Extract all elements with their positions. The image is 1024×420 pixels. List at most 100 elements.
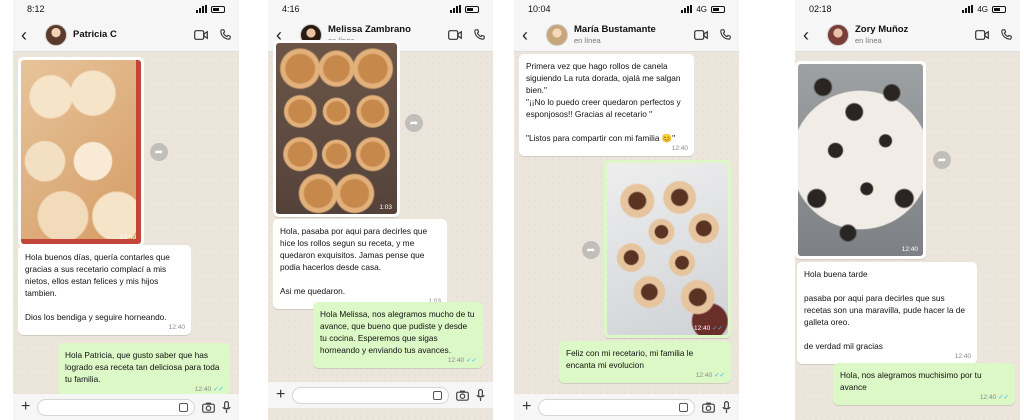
message-time: 12:40	[119, 234, 136, 241]
video-call-icon[interactable]	[194, 29, 208, 40]
message-text: Hola buenos días, quería contarles que g…	[25, 252, 170, 323]
avatar[interactable]	[827, 23, 849, 46]
message-text: Primera vez que hago rollos de canela si…	[526, 61, 681, 144]
outgoing-message: Feliz con mi recetario, mi familia le en…	[559, 341, 731, 384]
contact-info[interactable]: María Bustamante en línea	[574, 24, 694, 45]
status-bar: 8:12	[13, 0, 239, 18]
message-input[interactable]	[538, 398, 695, 416]
message-input[interactable]	[37, 398, 195, 416]
mic-icon[interactable]	[222, 400, 231, 414]
mic-icon[interactable]	[722, 400, 731, 414]
message-time: 1:03	[379, 204, 392, 211]
back-arrow-icon[interactable]: ‹	[21, 26, 39, 44]
message-text: Hola buena tarde pasaba por aqui para de…	[804, 269, 965, 352]
contact-name: Zory Muñoz	[855, 24, 909, 35]
phone-icon[interactable]	[474, 29, 485, 40]
incoming-message: Primera vez que hago rollos de canela si…	[519, 54, 694, 157]
incoming-message: Hola buenos días, quería contarles que g…	[18, 245, 191, 336]
back-arrow-icon[interactable]: ‹	[522, 26, 540, 44]
message-text: Hola Melissa, nos alegramos mucho de tu …	[320, 309, 475, 356]
message-text: Hola, pasaba por aqui para decirles que …	[280, 226, 428, 297]
sticker-icon[interactable]	[433, 390, 442, 400]
read-ticks-icon: ✓✓	[466, 356, 477, 364]
chat-screen-maria: 10:04 4G ‹ María Bustamante en línea Pri…	[514, 0, 739, 420]
input-bar: +	[268, 382, 493, 408]
incoming-message: Hola buena tarde pasaba por aqui para de…	[797, 262, 977, 365]
chat-screen-zory: 02:18 4G ‹ Zory Muñoz en línea 12:40 ➦ H…	[795, 0, 1020, 420]
avatar[interactable]	[546, 23, 568, 46]
plus-icon[interactable]: +	[21, 399, 30, 415]
forward-icon[interactable]: ➦	[405, 114, 423, 132]
forward-icon[interactable]: ➦	[933, 151, 951, 169]
message-time: 12:40	[447, 356, 465, 364]
contact-name: María Bustamante	[574, 24, 656, 35]
cinnamon-rolls-photo	[276, 43, 397, 214]
message-time: 12:40	[901, 246, 918, 253]
signal-icon	[196, 5, 207, 13]
sticker-icon[interactable]	[679, 402, 688, 412]
video-call-icon[interactable]	[448, 29, 462, 40]
message-time: 12:40	[954, 352, 971, 360]
chat-header: ‹ María Bustamante en línea	[514, 18, 739, 52]
signal-icon	[962, 5, 974, 13]
battery-icon	[711, 5, 725, 13]
status-time: 8:12	[27, 4, 45, 14]
cinnamon-rolls-photo	[607, 163, 728, 335]
chat-header: ‹ Zory Muñoz en línea	[795, 18, 1020, 52]
status-bar: 10:04 4G	[514, 0, 739, 18]
camera-icon[interactable]	[702, 402, 715, 413]
message-time: 12:40	[671, 144, 688, 152]
network-type: 4G	[696, 4, 707, 14]
contact-name: Patricia C	[73, 29, 117, 40]
camera-icon[interactable]	[202, 402, 215, 413]
plus-icon[interactable]: +	[522, 399, 531, 415]
back-arrow-icon[interactable]: ‹	[803, 26, 821, 44]
message-time: 12:40	[694, 325, 711, 332]
message-input[interactable]	[292, 386, 449, 404]
incoming-message: Hola, pasaba por aqui para decirles que …	[273, 219, 447, 310]
outgoing-message: Hola Patricia, que gusto saber que has l…	[58, 343, 230, 398]
presence-status: en línea	[574, 36, 601, 45]
phone-icon[interactable]	[1001, 29, 1012, 40]
status-time: 10:04	[528, 4, 551, 14]
phone-icon[interactable]	[720, 29, 731, 40]
avatar[interactable]	[45, 23, 67, 46]
cinnamon-rolls-photo	[21, 60, 141, 244]
sticker-icon[interactable]	[179, 402, 188, 412]
status-time: 02:18	[809, 4, 832, 14]
message-time: 12:40	[168, 323, 185, 331]
mic-icon[interactable]	[476, 388, 485, 402]
read-ticks-icon: ✓✓	[213, 385, 224, 393]
battery-icon	[992, 5, 1006, 13]
chat-screen-patricia: 8:12 ‹ Patricia C 12:40 ➦ Hola buenos dí…	[13, 0, 239, 420]
contact-info[interactable]: Zory Muñoz en línea	[855, 24, 975, 45]
camera-icon[interactable]	[456, 390, 469, 401]
image-message[interactable]: 12:40	[18, 57, 144, 247]
plus-icon[interactable]: +	[276, 387, 285, 403]
image-message[interactable]: 12:40	[795, 61, 926, 259]
contact-info[interactable]: Patricia C	[73, 29, 194, 40]
chat-header: ‹ Patricia C	[13, 18, 239, 52]
network-type: 4G	[977, 4, 988, 14]
input-bar: +	[514, 394, 739, 420]
signal-icon	[450, 5, 461, 13]
status-bar: 02:18 4G	[795, 0, 1020, 18]
message-text: Hola Patricia, que gusto saber que has l…	[65, 350, 220, 385]
phone-icon[interactable]	[220, 29, 231, 40]
video-call-icon[interactable]	[975, 29, 989, 40]
contact-name: Melissa Zambrano	[328, 24, 411, 35]
message-time: 12:40	[695, 371, 713, 379]
chat-screen-melissa: 4:16 ‹ Melissa Zambrano en línea 1:03 ➦ …	[268, 0, 493, 420]
message-time: 12:40	[979, 393, 997, 401]
outgoing-message: Hola Melissa, nos alegramos mucho de tu …	[313, 302, 483, 369]
forward-icon[interactable]: ➦	[582, 241, 600, 259]
read-ticks-icon: ✓✓	[998, 393, 1009, 401]
cinnamon-rolls-photo	[798, 64, 923, 256]
image-message[interactable]: 1:03	[273, 40, 400, 217]
presence-status: en línea	[855, 36, 882, 45]
image-message[interactable]: 12:40 ✓✓	[604, 160, 731, 338]
forward-icon[interactable]: ➦	[150, 143, 168, 161]
battery-icon	[465, 5, 479, 13]
video-call-icon[interactable]	[694, 29, 708, 40]
message-text: Hola, nos alegramos muchisimo por tu ava…	[840, 370, 982, 393]
